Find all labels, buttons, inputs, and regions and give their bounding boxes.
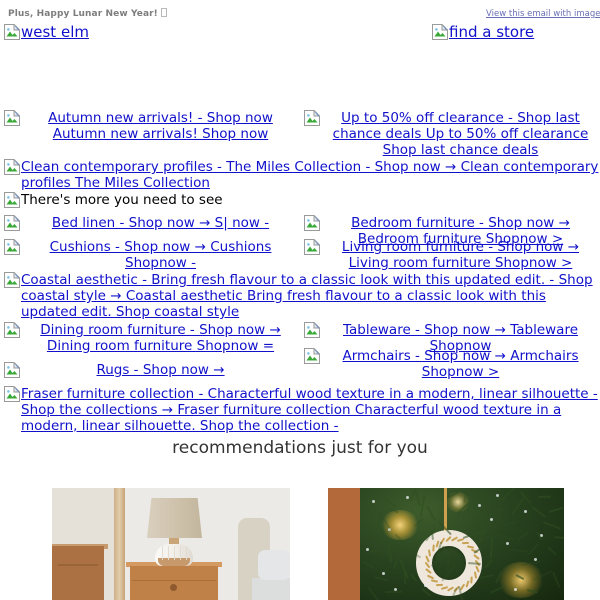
nightstand-drawer-line [132,580,216,581]
email-header: west elm find a store [0,24,600,46]
category-cushions[interactable]: Cushions - Shop now → Cushions Shopnow - [0,239,300,271]
broken-image-icon [304,215,320,231]
rugs-alt[interactable]: Rugs - Shop now → [21,362,300,378]
tree-needle [384,590,403,593]
miles-collection-alt[interactable]: Clean contemporary profiles - The Miles … [21,159,600,191]
ornament-bead [431,544,435,552]
broken-image-icon [4,110,20,126]
bed-linen-alt[interactable]: Bed linen - Shop now → S| now - [21,215,300,231]
snow-fleck [490,518,493,521]
hero-autumn-alt[interactable]: Autumn new arrivals! - Shop now Autumn n… [21,110,300,142]
snow-fleck [424,584,427,587]
category-row-4: Rugs - Shop now → Armchairs - Shop now →… [0,348,600,380]
dresser [52,546,104,600]
email-viewport: Plus, Happy Lunar New Year! View this em… [0,0,600,600]
broken-image-icon [4,239,20,255]
broken-image-icon [4,322,20,338]
preheader-label: Plus, Happy Lunar New Year! [8,9,158,19]
find-a-store-link[interactable]: find a store [432,24,534,41]
category-row-2: Cushions - Shop now → Cushions Shopnow -… [0,239,600,271]
ornament-bead [473,571,477,579]
lamp-rib [162,546,163,560]
theres-more-alt: There's more you need to see [21,192,223,208]
preheader-row: Plus, Happy Lunar New Year! View this em… [0,8,600,24]
fraser-collection-alt[interactable]: Fraser furniture collection - Characterf… [21,386,600,434]
bed [252,578,290,600]
west-elm-logo-link[interactable]: west elm [4,24,89,41]
fraser-collection-banner[interactable]: Fraser furniture collection - Characterf… [4,386,600,438]
snow-fleck [478,504,481,507]
preheader-text: Plus, Happy Lunar New Year! [8,8,167,19]
lamp-rib [186,546,187,560]
hero-autumn-new-arrivals[interactable]: Autumn new arrivals! - Shop now Autumn n… [0,110,300,158]
ornament-bead [462,541,470,545]
broken-image-icon [4,362,20,378]
living-room-furniture-alt[interactable]: Living room furniture - Shop now → Livin… [321,239,600,271]
snow-fleck [372,500,375,503]
cushions-alt[interactable]: Cushions - Shop now → Cushions Shopnow - [21,239,300,271]
broken-image-icon [304,348,320,364]
armchairs-alt[interactable]: Armchairs - Shop now → Armchairs Shopnow… [321,348,600,380]
lamp-rib [180,546,181,560]
category-living-room-furniture[interactable]: Living room furniture - Shop now → Livin… [300,239,600,271]
find-a-store-alt[interactable]: find a store [449,24,534,41]
broken-image-icon [4,24,20,40]
nightstand-knob [170,584,177,591]
missing-glyph-box [160,8,167,17]
pillow [258,550,290,580]
broken-image-icon [304,322,320,338]
lamp-rib [174,546,175,560]
snow-fleck [448,592,451,595]
hero-clearance-alt[interactable]: Up to 50% off clearance - Shop last chan… [321,110,600,158]
broken-image-icon [4,272,20,288]
miles-collection-banner[interactable]: Clean contemporary profiles - The Miles … [4,159,600,195]
recommendation-product-2[interactable] [328,488,564,600]
nightstand [130,566,218,600]
category-armchairs[interactable]: Armchairs - Shop now → Armchairs Shopnow… [300,348,600,380]
broken-image-icon [4,159,20,175]
broken-image-icon [304,239,320,255]
snow-fleck [506,542,509,545]
category-rugs[interactable]: Rugs - Shop now → [0,348,300,380]
section-heading-theres-more: There's more you need to see [4,192,600,212]
broken-image-icon [304,110,320,126]
west-elm-logo-alt[interactable]: west elm [21,24,89,41]
snow-fleck [406,496,409,499]
wood-trim [114,488,125,600]
recommendation-product-1[interactable] [52,488,290,600]
broken-image-icon [4,215,20,231]
hero-row: Autumn new arrivals! - Shop now Autumn n… [0,110,600,158]
coastal-aesthetic-alt[interactable]: Coastal aesthetic - Bring fresh flavour … [21,272,600,320]
view-online-link[interactable]: View this email with images [486,9,600,19]
terracotta-wall [328,488,360,600]
lamp-shade [147,498,202,538]
snow-fleck [524,510,527,513]
hero-clearance[interactable]: Up to 50% off clearance - Shop last chan… [300,110,600,158]
snow-fleck [382,572,385,575]
broken-image-icon [4,386,20,402]
broken-image-icon [4,192,20,208]
coastal-aesthetic-banner[interactable]: Coastal aesthetic - Bring fresh flavour … [4,272,600,324]
lamp-rib [168,546,169,560]
recommendations-title: recommendations just for you [172,438,428,458]
snow-fleck [514,588,517,591]
dresser-drawer-line [58,564,98,566]
broken-image-icon [432,24,448,40]
